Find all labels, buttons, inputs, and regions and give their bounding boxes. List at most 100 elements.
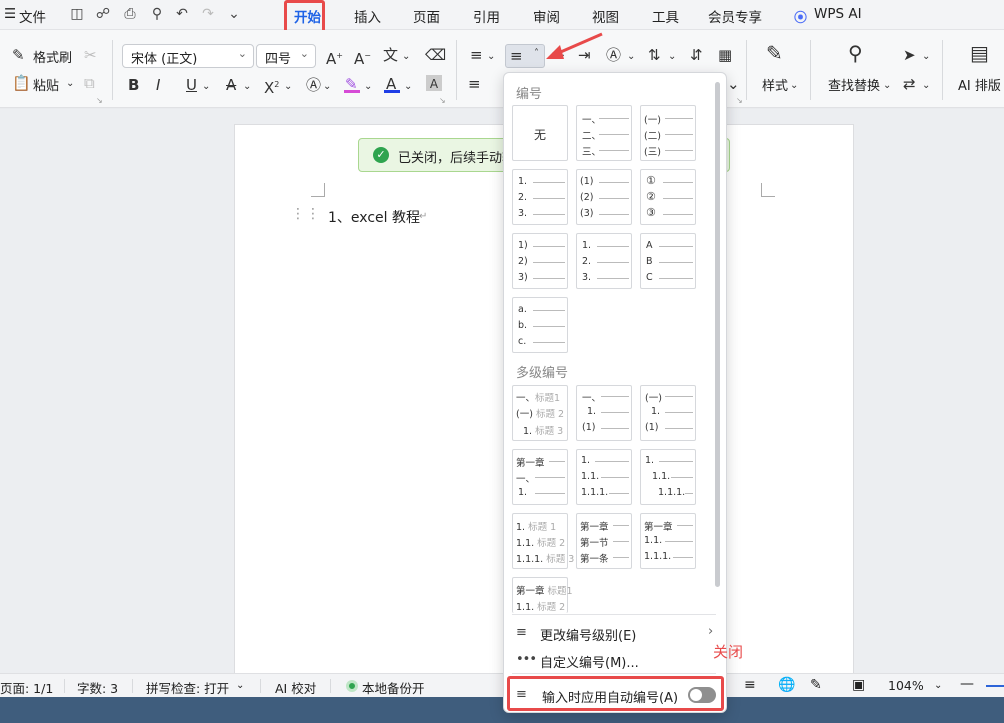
status-backup[interactable]: 本地备份开: [362, 678, 425, 697]
bullet-list-icon[interactable]: ≡: [470, 46, 483, 64]
cut-icon[interactable]: ✂: [84, 46, 97, 64]
highlight-chevron-icon[interactable]: ⌄: [364, 78, 372, 96]
numbering-decimal-paren[interactable]: (1) (2) (3): [576, 169, 632, 225]
phonetic-chevron-icon[interactable]: ⌄: [402, 48, 410, 66]
tab-references[interactable]: 引用: [473, 6, 500, 26]
select-chevron-icon[interactable]: ⌄: [922, 48, 930, 66]
format-painter-button[interactable]: 格式刷: [33, 47, 72, 66]
status-ai-check[interactable]: AI 校对: [275, 678, 316, 697]
increase-font-icon[interactable]: A+: [326, 47, 343, 68]
status-page[interactable]: 页面: 1/1: [0, 678, 53, 697]
tab-wps-ai[interactable]: WPS AI: [814, 6, 862, 22]
text-effect-chevron-icon[interactable]: ⌄: [323, 78, 331, 96]
custom-numbering-item[interactable]: 自定义编号(M)...: [540, 652, 639, 671]
zoom-out-icon[interactable]: —: [960, 676, 974, 692]
italic-icon[interactable]: I: [156, 76, 160, 94]
underline-icon[interactable]: U: [186, 76, 197, 94]
text-effect-icon[interactable]: Ⓐ: [306, 76, 321, 94]
find-replace-button[interactable]: 查找替换: [828, 75, 880, 94]
text-direction-chevron-icon[interactable]: ⌄: [627, 48, 635, 66]
share-icon[interactable]: ☍: [94, 5, 112, 23]
format-painter-icon[interactable]: ✎: [12, 46, 25, 64]
multilevel-chapter-section[interactable]: 第一章 第一节 第一条: [576, 513, 632, 569]
clipboard-launcher-icon[interactable]: ↘: [96, 92, 103, 110]
style-icon[interactable]: ✎: [766, 43, 783, 63]
underline-chevron-icon[interactable]: ⌄: [202, 78, 210, 96]
find-replace-chevron-icon[interactable]: ⌄: [883, 77, 891, 95]
fit-page-icon[interactable]: ▣: [852, 677, 865, 693]
drag-handle-icon[interactable]: ⋮⋮: [291, 206, 321, 222]
document-line-1[interactable]: 1、excel 教程: [328, 207, 420, 227]
status-spellcheck[interactable]: 拼写检查: 打开: [146, 678, 229, 697]
multilevel-decimal-indent[interactable]: 1. 1.1. 1.1.1.: [640, 449, 696, 505]
numbering-upper-alpha[interactable]: A B C: [640, 233, 696, 289]
spellcheck-chevron-icon[interactable]: ⌄: [236, 680, 244, 691]
ai-layout-icon[interactable]: ▤: [970, 43, 989, 63]
status-zoom[interactable]: 104%: [888, 678, 924, 693]
bullet-chevron-icon[interactable]: ⌄: [487, 48, 495, 66]
numbering-none[interactable]: 无: [512, 105, 568, 161]
font-size-select[interactable]: 四号 ⌄: [256, 44, 316, 68]
search-icon[interactable]: ⚲: [848, 43, 863, 63]
superscript-chevron-icon[interactable]: ⌄: [284, 78, 292, 96]
outline-view-icon[interactable]: ≡: [744, 677, 756, 693]
superscript-icon[interactable]: X2: [264, 76, 279, 97]
print-icon[interactable]: ⎙: [121, 5, 139, 23]
paragraph-launcher-icon[interactable]: ↘: [736, 92, 743, 110]
copy-icon[interactable]: ⧉: [84, 74, 95, 92]
font-launcher-icon[interactable]: ↘: [439, 92, 446, 110]
tab-tools[interactable]: 工具: [652, 6, 679, 26]
multilevel-decimal-heading[interactable]: 1. 标题 1 1.1. 标题 2 1.1.1. 标题 3: [512, 513, 574, 569]
style-button[interactable]: 样式: [762, 75, 788, 94]
numbering-decimal-dot-indent[interactable]: 1. 2. 3.: [576, 233, 632, 289]
multilevel-chapter[interactable]: 第一章 一、 1.: [512, 449, 568, 505]
tab-page[interactable]: 页面: [413, 6, 440, 26]
tab-view[interactable]: 视图: [592, 6, 619, 26]
tab-review[interactable]: 审阅: [533, 6, 560, 26]
web-view-icon[interactable]: 🌐: [778, 677, 795, 693]
change-level-item[interactable]: 更改编号级别(E): [540, 625, 636, 644]
tab-insert[interactable]: 插入: [354, 6, 381, 26]
menu-icon[interactable]: ☰: [4, 6, 16, 22]
quick-access-chevron-icon[interactable]: ⌄: [225, 5, 243, 23]
file-menu[interactable]: 文件: [19, 6, 46, 26]
ai-layout-button[interactable]: AI 排版: [958, 75, 1001, 94]
multilevel-chinese-simple[interactable]: 一、 1. (1): [576, 385, 632, 441]
font-name-select[interactable]: 宋体 (正文) ⌄: [122, 44, 254, 68]
sort-icon[interactable]: ⇵: [690, 46, 703, 64]
font-color-chevron-icon[interactable]: ⌄: [404, 78, 412, 96]
line-spacing-icon[interactable]: ⇅: [648, 46, 661, 64]
numbering-button[interactable]: ≡ ˄: [505, 44, 545, 68]
show-marks-icon[interactable]: ▦: [718, 46, 732, 64]
style-chevron-icon[interactable]: ⌄: [790, 77, 798, 95]
edit-mode-icon[interactable]: ✎: [810, 677, 822, 693]
convert-chevron-icon[interactable]: ⌄: [922, 77, 930, 95]
bold-icon[interactable]: B: [128, 76, 139, 94]
line-spacing-chevron-icon[interactable]: ⌄: [668, 48, 676, 66]
save-icon[interactable]: ◫: [68, 5, 86, 23]
paste-chevron-icon[interactable]: ⌄: [66, 75, 74, 93]
multilevel-chapter-decimal[interactable]: 第一章 1.1. 1.1.1.: [640, 513, 696, 569]
status-word-count[interactable]: 字数: 3: [77, 678, 118, 697]
dropdown-scrollbar[interactable]: [715, 82, 720, 587]
numbering-decimal-half-paren[interactable]: 1) 2) 3): [512, 233, 568, 289]
clear-format-icon[interactable]: ⌫: [425, 46, 446, 64]
decrease-font-icon[interactable]: A−: [354, 47, 371, 68]
multilevel-decimal-flat[interactable]: 1. 1.1. 1.1.1.: [576, 449, 632, 505]
zoom-slider[interactable]: [986, 685, 1004, 687]
numbering-circled[interactable]: ① ② ③: [640, 169, 696, 225]
paste-icon[interactable]: 📋: [12, 74, 31, 92]
multilevel-chapter-heading[interactable]: 第一章 标题1 1.1. 标题 2: [512, 577, 573, 613]
convert-icon[interactable]: ⇄: [903, 75, 916, 93]
numbering-chinese-paren[interactable]: (一) (二) (三): [640, 105, 696, 161]
select-pointer-icon[interactable]: ➤: [903, 46, 916, 64]
numbering-chinese-comma[interactable]: 一、 二、 三、: [576, 105, 632, 161]
multilevel-heading-chinese[interactable]: 一、标题1 (一) 标题 2 1. 标题 3: [512, 385, 568, 441]
numbering-lower-alpha[interactable]: a. b. c.: [512, 297, 568, 353]
strikethrough-chevron-icon[interactable]: ⌄: [243, 78, 251, 96]
print-preview-icon[interactable]: ⚲: [148, 5, 166, 23]
zoom-chevron-icon[interactable]: ⌄: [934, 680, 942, 691]
paragraph-more-icon[interactable]: ⌄: [727, 75, 740, 93]
redo-icon[interactable]: ↷: [199, 5, 217, 23]
text-direction-icon[interactable]: Ⓐ: [606, 46, 621, 64]
